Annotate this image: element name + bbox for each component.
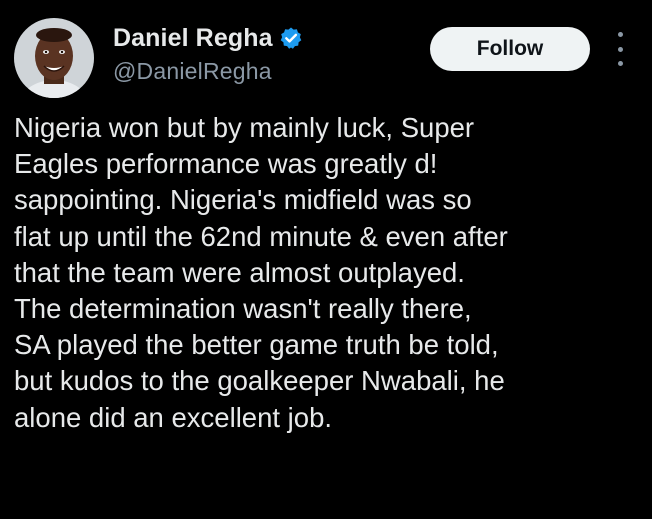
more-dot-icon <box>617 46 623 52</box>
avatar-image <box>14 18 94 98</box>
author-display-name[interactable]: Daniel Regha <box>113 24 273 53</box>
tweet-text-line: that the team were almost outplayed. <box>14 256 465 288</box>
more-dot-icon <box>617 61 623 66</box>
author-info: Daniel Regha @DanielRegha <box>113 22 303 85</box>
tweet-text: Nigeria won but by mainly luck, Super Ea… <box>14 110 644 436</box>
verified-badge-icon[interactable] <box>279 26 303 50</box>
tweet-text-line: The determination wasn't really there, <box>14 293 472 325</box>
tweet-text-line: sappointing. Nigeria's midfield was so <box>14 184 472 216</box>
tweet-card: Daniel Regha @DanielRegha Follow Nigeria… <box>0 0 652 519</box>
author-name-row: Daniel Regha <box>113 22 303 54</box>
follow-button[interactable]: Follow <box>430 27 590 71</box>
tweet-text-line: Nigeria won but by mainly luck, Super <box>14 112 475 143</box>
more-dot-icon <box>617 32 623 37</box>
tweet-text-line: flat up until the 62nd minute & even aft… <box>14 220 508 252</box>
more-options-icon[interactable] <box>608 32 632 66</box>
avatar[interactable] <box>14 18 94 98</box>
author-handle[interactable]: @DanielRegha <box>113 58 303 85</box>
tweet-text-line: SA played the better game truth be told, <box>14 329 499 361</box>
tweet-text-line: but kudos to the goalkeeper Nwabali, he <box>14 365 505 397</box>
tweet-text-line: alone did an excellent job. <box>14 401 333 433</box>
tweet-text-line: Eagles performance was greatly d! <box>14 148 438 180</box>
tweet-header: Daniel Regha @DanielRegha Follow <box>0 0 652 110</box>
